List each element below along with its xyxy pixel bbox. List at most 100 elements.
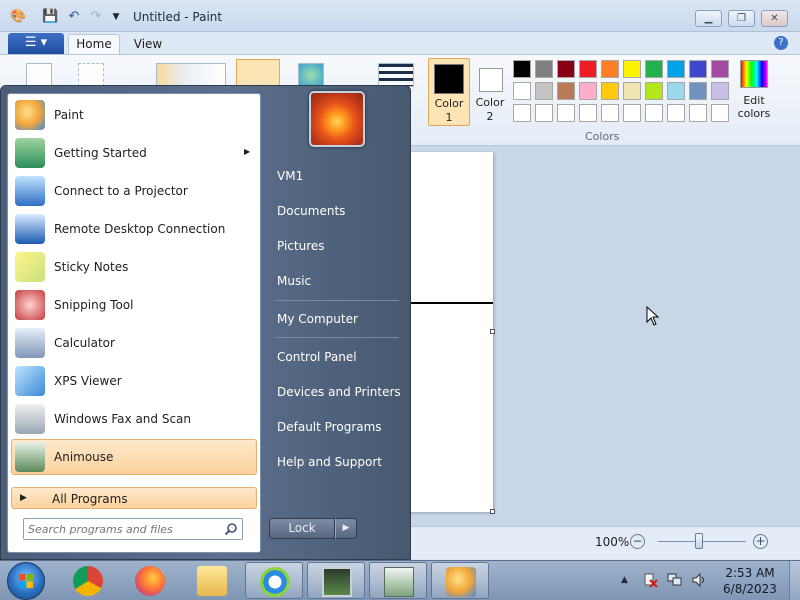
save-icon[interactable]: 💾 [42, 9, 58, 25]
palette-swatch[interactable] [557, 104, 575, 122]
zoom-slider-thumb[interactable] [695, 533, 703, 549]
palette-swatch[interactable] [557, 82, 575, 100]
taskbar-button[interactable] [307, 562, 365, 599]
program-item[interactable]: XPS Viewer [11, 363, 257, 399]
program-item[interactable]: Animouse [11, 439, 257, 475]
palette-swatch[interactable] [623, 60, 641, 78]
resize-handle-right[interactable] [490, 329, 495, 334]
paste-icon[interactable] [26, 63, 52, 87]
palette-swatch[interactable] [623, 104, 641, 122]
customize-dropdown-icon[interactable]: ▼ [108, 9, 124, 25]
start-place-item[interactable]: Devices and Printers [267, 378, 403, 406]
taskbar-button[interactable] [369, 562, 427, 599]
start-place-item[interactable]: Pictures [267, 232, 403, 260]
zoom-in-button[interactable]: + [753, 534, 768, 549]
tools-icon[interactable] [156, 63, 226, 87]
volume-icon[interactable] [692, 572, 708, 588]
select-icon[interactable] [78, 63, 104, 87]
size-icon[interactable] [378, 63, 414, 87]
program-item[interactable]: Getting Started ▶ [11, 135, 257, 171]
program-item[interactable]: Snipping Tool [11, 287, 257, 323]
shutdown-options-button[interactable]: ▶ [335, 518, 357, 539]
program-item[interactable]: Sticky Notes [11, 249, 257, 285]
color2-button[interactable]: Color 2 [472, 58, 508, 126]
action-center-icon[interactable] [642, 572, 658, 588]
palette-swatch[interactable] [513, 60, 531, 78]
palette-swatch[interactable] [689, 104, 707, 122]
user-picture[interactable] [309, 91, 365, 147]
start-place-item[interactable]: My Computer [267, 305, 403, 333]
program-item[interactable]: Remote Desktop Connection [11, 211, 257, 247]
palette-swatch[interactable] [601, 60, 619, 78]
network-icon[interactable] [667, 572, 683, 588]
paint-app-icon[interactable]: 🎨 [10, 9, 26, 25]
close-button[interactable]: ✕ [761, 10, 788, 27]
start-place-item[interactable]: Music [267, 267, 403, 295]
tab-home[interactable]: Home [68, 34, 120, 54]
search-icon[interactable] [224, 522, 238, 536]
start-place-item[interactable]: Help and Support [267, 448, 403, 476]
palette-swatch[interactable] [667, 60, 685, 78]
start-button[interactable] [7, 562, 45, 600]
palette-swatch[interactable] [689, 60, 707, 78]
search-box[interactable] [23, 518, 243, 540]
palette-swatch[interactable] [535, 104, 553, 122]
search-input[interactable] [28, 521, 218, 537]
palette-swatch[interactable] [711, 82, 729, 100]
color2-label: Color 2 [475, 96, 505, 123]
start-place-item[interactable]: Control Panel [267, 343, 403, 371]
taskbar-button[interactable] [59, 562, 117, 599]
resize-handle-corner[interactable] [490, 509, 495, 514]
palette-swatch[interactable] [645, 82, 663, 100]
minimize-button[interactable]: ▁ [695, 10, 722, 27]
palette-swatch[interactable] [623, 82, 641, 100]
palette-swatch[interactable] [579, 104, 597, 122]
clock[interactable]: 2:53 AM 6/8/2023 [714, 565, 786, 597]
program-item[interactable]: Calculator [11, 325, 257, 361]
palette-swatch[interactable] [711, 104, 729, 122]
palette-swatch[interactable] [535, 82, 553, 100]
undo-icon[interactable]: ↶ [66, 9, 82, 25]
taskbar-button[interactable] [245, 562, 303, 599]
all-programs-button[interactable]: ▶ All Programs [11, 487, 257, 509]
paint-menu-button[interactable]: ☰ ▾ [8, 33, 64, 54]
maximize-button[interactable]: ❐ [728, 10, 755, 27]
palette-swatch[interactable] [535, 60, 553, 78]
start-place-item[interactable]: VM1 [267, 162, 403, 190]
palette-swatch[interactable] [667, 82, 685, 100]
palette-swatch[interactable] [645, 104, 663, 122]
redo-icon[interactable]: ↷ [88, 9, 104, 25]
edit-colors-button[interactable]: Edit colors [736, 60, 772, 130]
program-item[interactable]: Windows Fax and Scan [11, 401, 257, 437]
palette-swatch[interactable] [513, 82, 531, 100]
color-palette [513, 60, 733, 124]
program-item[interactable]: Connect to a Projector [11, 173, 257, 209]
taskbar-button[interactable] [121, 562, 179, 599]
show-desktop-button[interactable] [789, 561, 800, 600]
color1-swatch [434, 64, 464, 94]
help-icon[interactable]: ? [774, 36, 788, 50]
tab-view[interactable]: View [128, 36, 168, 54]
show-hidden-icons-button[interactable]: ▲ [621, 575, 628, 585]
start-place-item[interactable]: Default Programs [267, 413, 403, 441]
color1-button[interactable]: Color 1 [428, 58, 470, 126]
program-item[interactable]: Paint [11, 97, 257, 133]
palette-swatch[interactable] [711, 60, 729, 78]
lock-button[interactable]: Lock [269, 518, 335, 539]
file-explorer-icon [197, 566, 227, 596]
palette-swatch[interactable] [557, 60, 575, 78]
palette-swatch[interactable] [513, 104, 531, 122]
palette-swatch[interactable] [645, 60, 663, 78]
palette-swatch[interactable] [601, 104, 619, 122]
shapes-icon[interactable] [298, 63, 324, 87]
paint-icon [15, 100, 45, 130]
taskbar-button[interactable] [183, 562, 241, 599]
palette-swatch[interactable] [579, 82, 597, 100]
start-place-item[interactable]: Documents [267, 197, 403, 225]
taskbar-button[interactable] [431, 562, 489, 599]
palette-swatch[interactable] [601, 82, 619, 100]
zoom-out-button[interactable]: − [630, 534, 645, 549]
palette-swatch[interactable] [689, 82, 707, 100]
palette-swatch[interactable] [667, 104, 685, 122]
palette-swatch[interactable] [579, 60, 597, 78]
